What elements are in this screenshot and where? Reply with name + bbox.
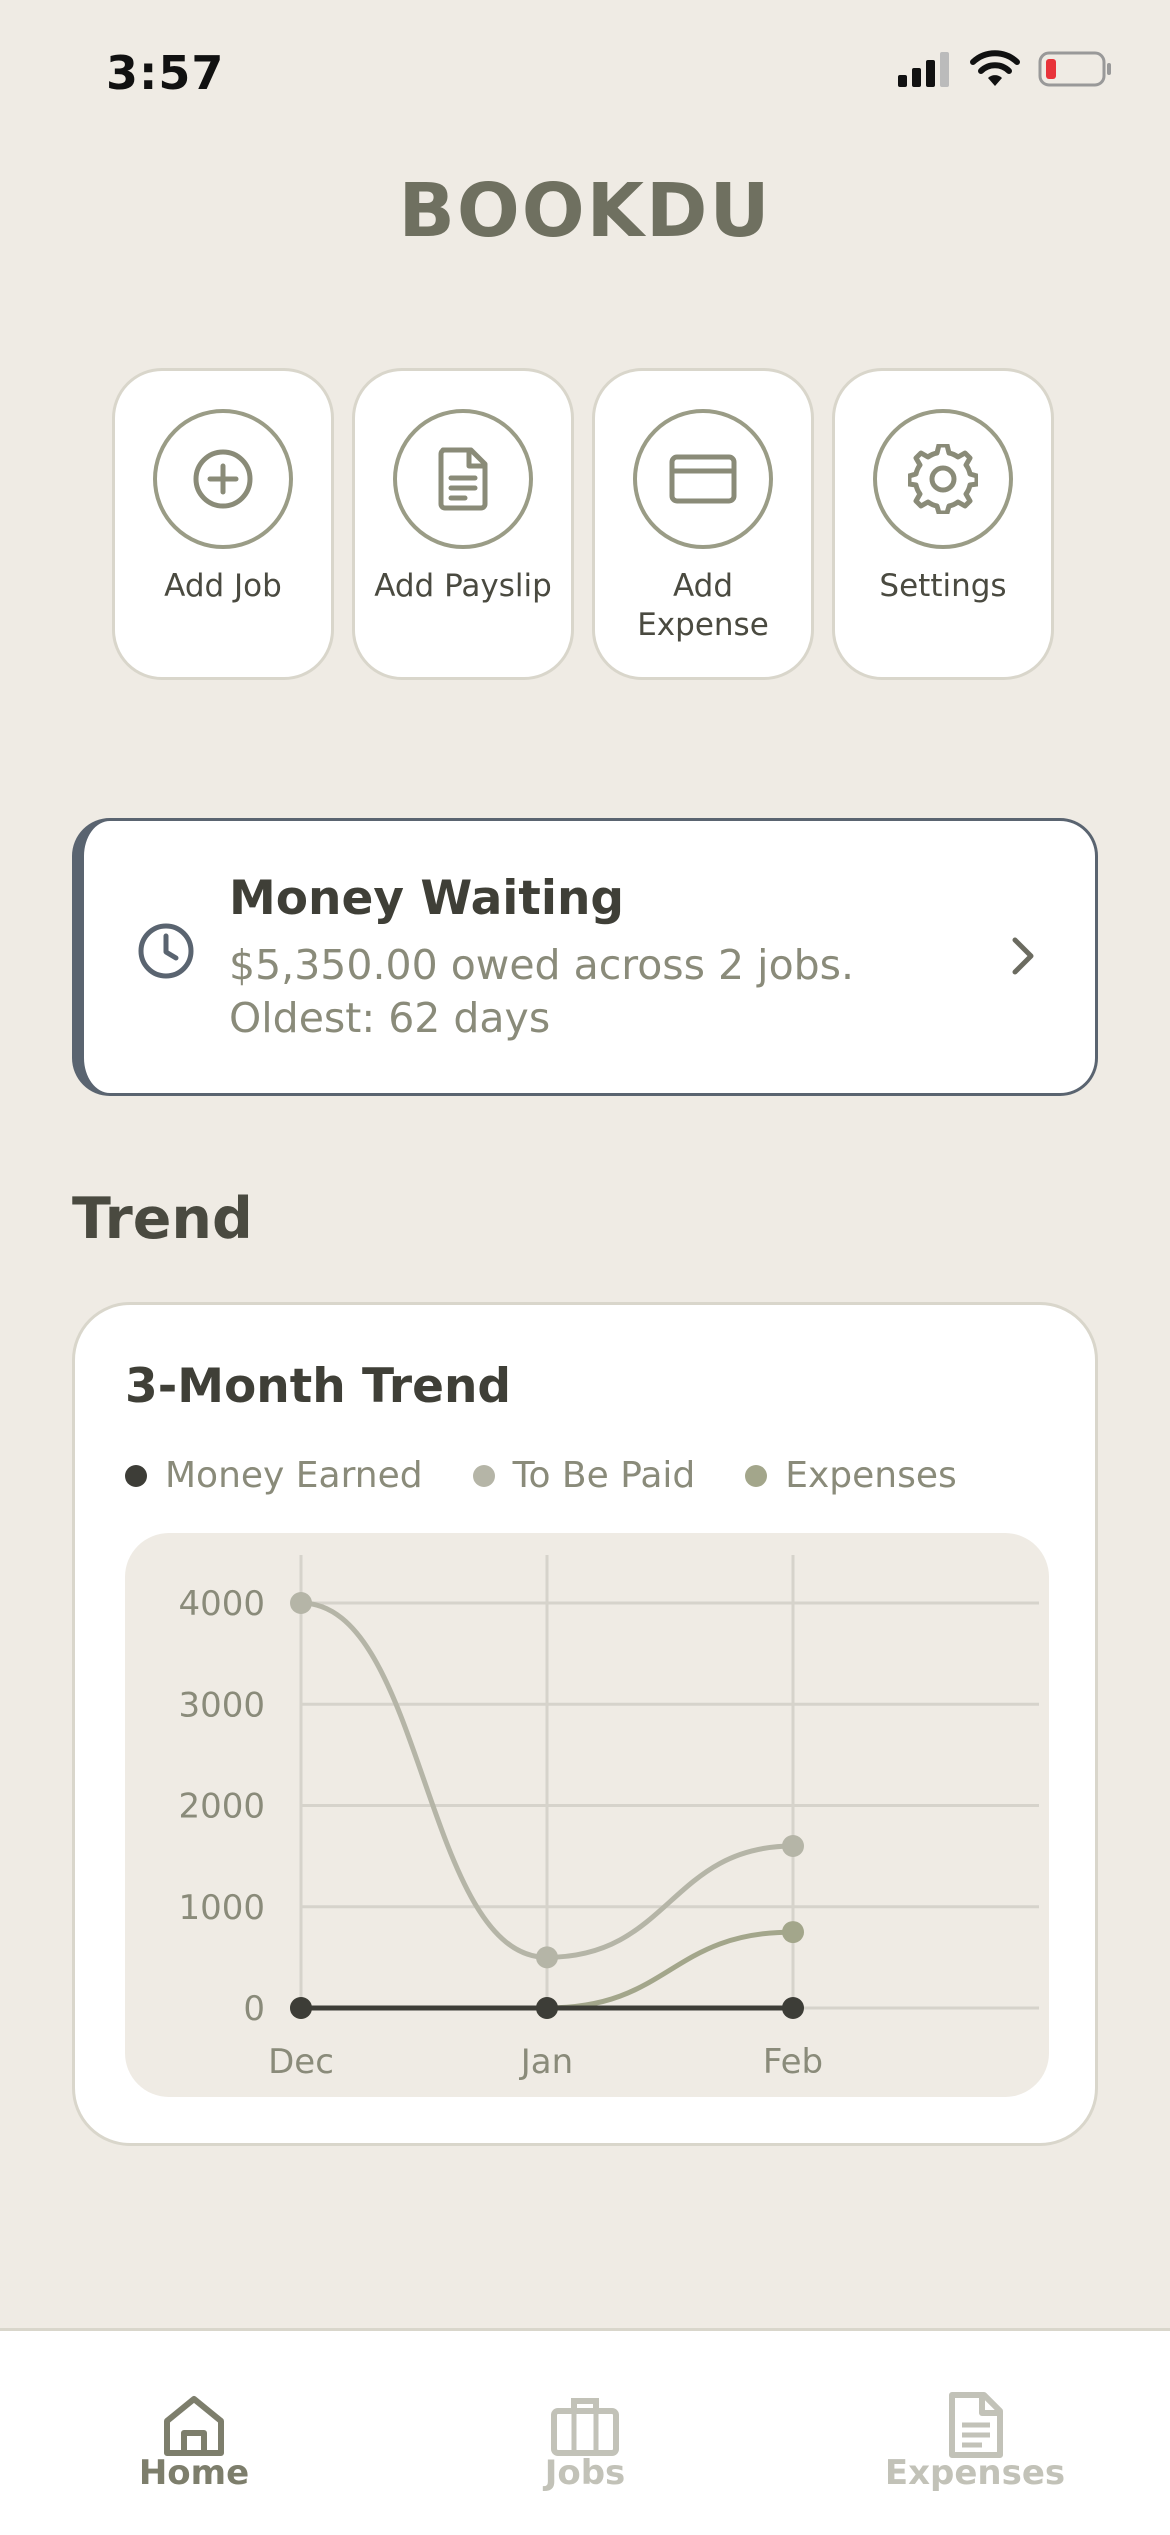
data-point-money-earned-feb <box>782 1997 804 2019</box>
data-point-to-be-paid-jan <box>536 1946 558 1969</box>
quick-actions: Add Job Add Payslip Add Expense Settings <box>112 368 1054 680</box>
trend-section-title: Trend <box>72 1186 253 1252</box>
legend-label-expenses: Expenses <box>785 1455 957 1496</box>
x-tick-label: Feb <box>763 2042 823 2082</box>
money-waiting-details: $5,350.00 owed across 2 jobs. Oldest: 62… <box>229 939 854 1045</box>
data-point-money-earned-dec <box>290 1997 312 2019</box>
battery-icon <box>1038 51 1111 87</box>
y-tick-label: 4000 <box>178 1584 265 1624</box>
status-icons <box>898 50 1114 88</box>
nav-jobs[interactable]: Jobs <box>485 2391 685 2493</box>
legend-item-money-earned: Money Earned <box>125 1455 423 1496</box>
data-point-expenses-feb <box>782 1921 804 1944</box>
legend-label-to-be-paid: To Be Paid <box>512 1455 696 1496</box>
document-icon <box>438 447 488 511</box>
credit-card-icon <box>669 454 737 504</box>
add-expense-button[interactable]: Add Expense <box>592 368 814 680</box>
x-tick-label: Jan <box>519 2042 573 2082</box>
gear-icon <box>908 444 978 514</box>
y-tick-label: 2000 <box>178 1787 265 1827</box>
receipt-icon <box>949 2392 1003 2458</box>
add-job-icon-circle <box>153 409 293 549</box>
money-waiting-card[interactable]: Money Waiting $5,350.00 owed across 2 jo… <box>72 818 1098 1096</box>
home-icon <box>164 2396 224 2456</box>
settings-button[interactable]: Settings <box>832 368 1054 680</box>
nav-expenses-label: Expenses <box>884 2453 1066 2493</box>
chart-legend: Money Earned To Be Paid Expenses <box>125 1455 957 1496</box>
nav-jobs-label: Jobs <box>544 2453 626 2493</box>
chevron-right-icon <box>1012 937 1034 975</box>
app-title: BOOKDU <box>398 168 772 254</box>
chart-title: 3-Month Trend <box>125 1359 512 1414</box>
cellular-signal-icon <box>898 52 949 87</box>
clock-icon <box>138 923 194 979</box>
add-job-label: Add Job <box>164 568 282 604</box>
settings-icon-circle <box>873 409 1013 549</box>
nav-expenses[interactable]: Expenses <box>875 2391 1075 2493</box>
status-bar: 3:57 <box>0 0 1170 150</box>
plus-circle-icon <box>193 449 253 509</box>
nav-home[interactable]: Home <box>94 2391 294 2493</box>
nav-home-label: Home <box>138 2453 250 2493</box>
add-payslip-label: Add Payslip <box>374 568 552 604</box>
wifi-icon <box>970 50 1020 86</box>
add-payslip-button[interactable]: Add Payslip <box>352 368 574 680</box>
legend-dot-money-earned <box>125 1464 147 1487</box>
add-expense-icon-circle <box>633 409 773 549</box>
add-expense-label: Add Expense <box>637 568 769 643</box>
data-point-to-be-paid-feb <box>782 1835 804 1857</box>
data-point-money-earned-jan <box>536 1997 558 2019</box>
data-point-to-be-paid-dec <box>290 1592 312 1614</box>
money-waiting-amount: $5,350.00 owed across 2 jobs. <box>229 941 855 989</box>
add-payslip-icon-circle <box>393 409 533 549</box>
legend-dot-expenses <box>745 1464 768 1487</box>
money-waiting-title: Money Waiting <box>229 871 625 926</box>
legend-item-expenses: Expenses <box>745 1455 957 1496</box>
y-tick-label: 3000 <box>178 1685 265 1725</box>
y-tick-label: 0 <box>243 1989 265 2029</box>
legend-label-money-earned: Money Earned <box>165 1455 423 1496</box>
bottom-nav: Home Jobs Expenses <box>0 2328 1170 2535</box>
status-time: 3:57 <box>106 46 225 100</box>
trend-card: 3-Month Trend Money Earned To Be Paid Ex… <box>72 1302 1098 2146</box>
y-tick-label: 1000 <box>178 1888 265 1928</box>
legend-item-to-be-paid: To Be Paid <box>472 1455 696 1496</box>
chart-area: 0 1000 2000 3000 4000 Dec Jan Feb <box>125 1533 1049 2097</box>
briefcase-icon <box>551 2398 619 2456</box>
add-job-button[interactable]: Add Job <box>112 368 334 680</box>
money-waiting-oldest: Oldest: 62 days <box>229 994 551 1042</box>
settings-label: Settings <box>879 568 1007 604</box>
line-chart: 0 1000 2000 3000 4000 Dec Jan Feb <box>178 1555 1039 2082</box>
legend-dot-to-be-paid <box>472 1464 495 1487</box>
x-tick-label: Dec <box>268 2042 334 2082</box>
